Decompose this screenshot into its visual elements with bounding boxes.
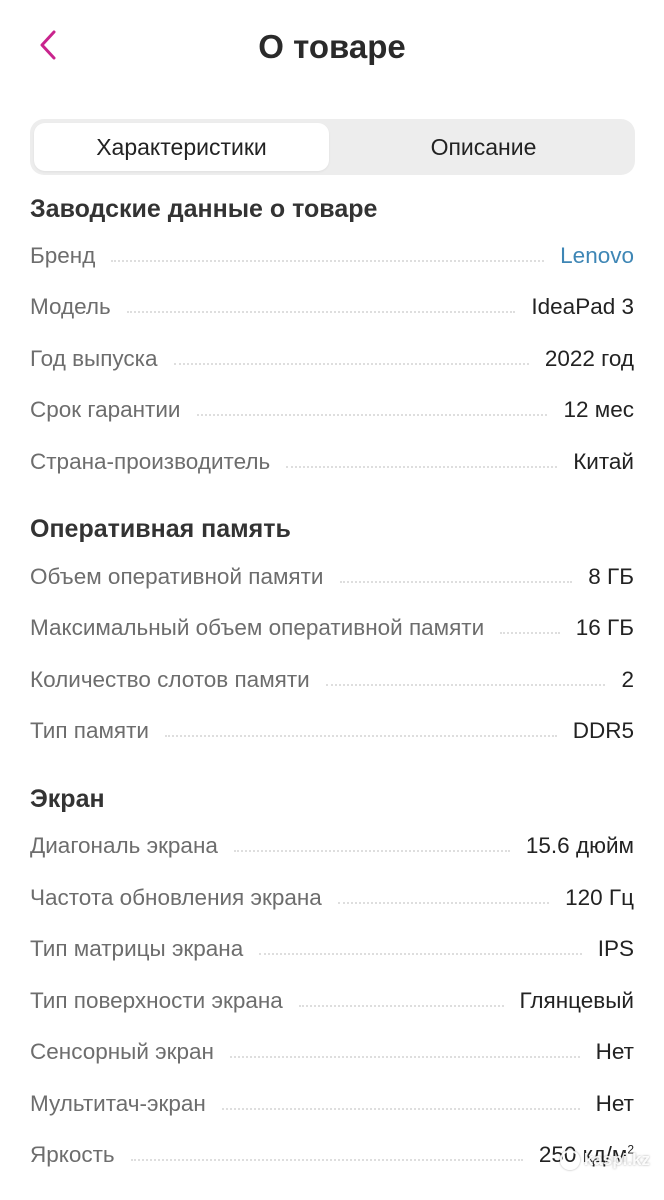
spec-row-ram-size: Объем оперативной памяти 8 ГБ [30, 559, 634, 595]
kaspi-logo-icon [559, 1150, 580, 1170]
spec-row-matrix-type: Тип матрицы экрана IPS [30, 931, 634, 967]
spec-value: Китай [573, 449, 634, 474]
spec-row-release-year: Год выпуска 2022 год [30, 341, 634, 377]
spec-label: Частота обновления экрана [30, 885, 322, 910]
spec-label: Сенсорный экран [30, 1039, 214, 1064]
spec-row-surface-type: Тип поверхности экрана Глянцевый [30, 983, 634, 1019]
spec-row-model: Модель IdeaPad 3 [30, 289, 634, 325]
section-title-factory-data: Заводские данные о товаре [30, 195, 378, 223]
spec-value: 15.6 дюйм [525, 833, 634, 858]
spec-label: Тип памяти [30, 718, 149, 743]
spec-label: Диагональ экрана [30, 833, 218, 858]
spec-value: 8 ГБ [588, 564, 634, 589]
spec-label: Объем оперативной памяти [30, 564, 324, 589]
spec-value: DDR5 [572, 718, 634, 743]
dotted-leader [298, 1005, 504, 1007]
spec-value: 2022 год [544, 346, 634, 371]
dotted-leader [111, 260, 545, 262]
spec-label: Бренд [30, 243, 96, 268]
spec-value: Нет [595, 1039, 634, 1064]
spec-row-refresh-rate: Частота обновления экрана 120 Гц [30, 880, 634, 916]
section-title-ram: Оперативная память [30, 515, 291, 543]
app-header: О товаре [0, 0, 664, 94]
dotted-leader [233, 850, 510, 852]
spec-value: Нет [595, 1091, 634, 1116]
spec-row-country: Страна-производитель Китай [30, 444, 634, 480]
spec-value: 2 [621, 667, 634, 692]
dotted-leader [325, 684, 606, 686]
dotted-leader [126, 311, 516, 313]
spec-row-multitouch: Мультитач-экран Нет [30, 1086, 634, 1122]
spec-row-warranty: Срок гарантии 12 мес [30, 392, 634, 428]
watermark-text: kaspi.kz [583, 1150, 650, 1169]
dotted-leader [259, 953, 582, 955]
spec-row-diagonal: Диагональ экрана 15.6 дюйм [30, 828, 634, 864]
spec-label: Яркость [30, 1142, 115, 1167]
dotted-leader [229, 1056, 580, 1058]
spec-row-max-ram: Максимальный объем оперативной памяти 16… [30, 610, 634, 646]
spec-label: Мультитач-экран [30, 1091, 206, 1116]
page-title: О товаре [258, 28, 406, 65]
dotted-leader [286, 466, 558, 468]
spec-value: 120 Гц [565, 885, 634, 910]
dotted-leader [339, 581, 573, 583]
spec-value: 12 мес [563, 397, 634, 422]
spec-row-ram-slots: Количество слотов памяти 2 [30, 662, 634, 698]
spec-row-touchscreen: Сенсорный экран Нет [30, 1034, 634, 1070]
tab-bar: Характеристики Описание [30, 119, 635, 175]
spec-row-brand: Бренд Lenovo [30, 238, 634, 274]
brand-link[interactable]: Lenovo [560, 243, 634, 269]
spec-value: 16 ГБ [575, 615, 634, 640]
spec-label: Год выпуска [30, 346, 158, 371]
spec-value: IdeaPad 3 [531, 294, 634, 319]
dotted-leader [337, 902, 550, 904]
section-title-screen: Экран [30, 785, 105, 813]
dotted-leader [221, 1108, 580, 1110]
spec-row-ram-type: Тип памяти DDR5 [30, 713, 634, 749]
spec-label: Тип матрицы экрана [30, 936, 244, 961]
spec-row-brightness: Яркость 250 кд/м2 [30, 1137, 634, 1173]
tab-characteristics[interactable]: Характеристики [34, 123, 329, 171]
dotted-leader [164, 735, 557, 737]
spec-value: Глянцевый [519, 988, 635, 1013]
dotted-leader [500, 632, 560, 634]
kaspi-watermark: kaspi.kz [559, 1150, 650, 1170]
spec-label: Тип поверхности экрана [30, 988, 283, 1013]
dotted-leader [196, 414, 548, 416]
spec-label: Количество слотов памяти [30, 667, 310, 692]
tab-description[interactable]: Описание [336, 123, 631, 171]
spec-label: Срок гарантии [30, 397, 181, 422]
spec-value: IPS [597, 936, 634, 961]
spec-label: Модель [30, 294, 111, 319]
dotted-leader [130, 1159, 523, 1161]
spec-label: Страна-производитель [30, 449, 271, 474]
dotted-leader [173, 363, 529, 365]
spec-label: Максимальный объем оперативной памяти [30, 615, 485, 640]
